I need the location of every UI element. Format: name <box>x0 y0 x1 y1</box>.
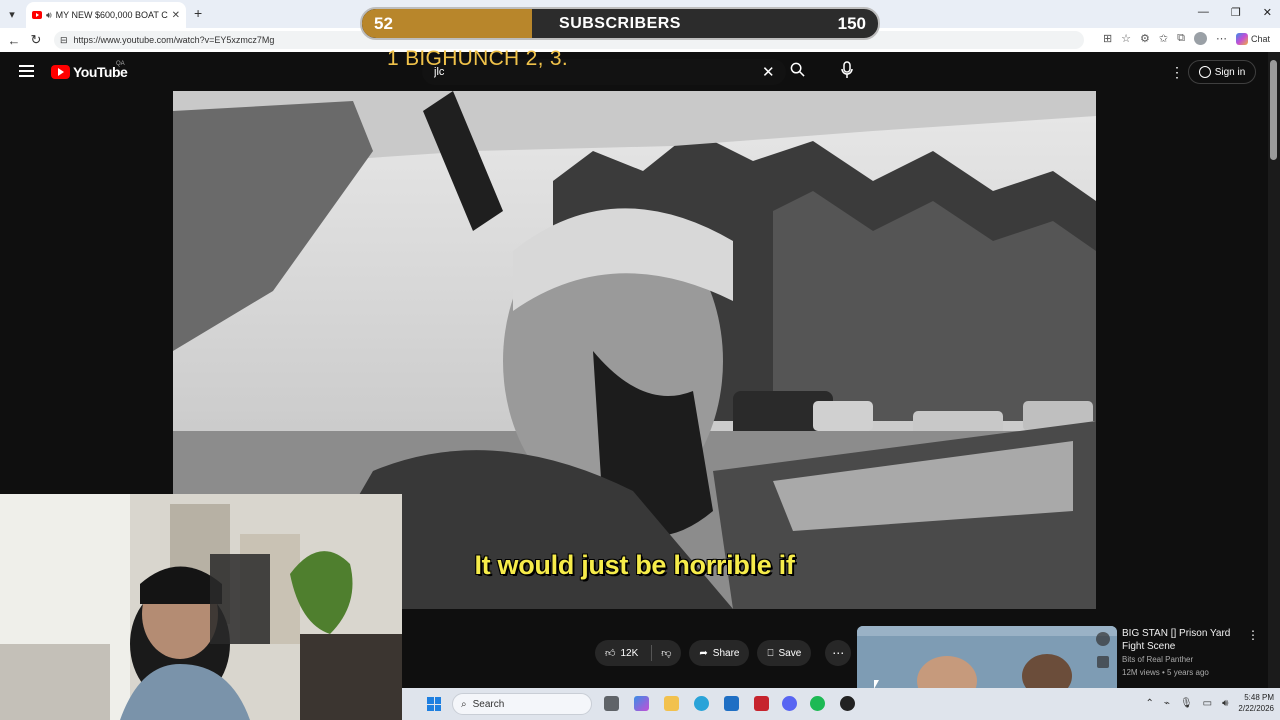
like-button[interactable]: 👍︎ 12K 👎︎ <box>595 640 682 666</box>
audio-speaker-icon[interactable]: 🔊︎ <box>46 10 52 21</box>
url-text: https://www.youtube.com/watch?v=EY5xzmcz… <box>73 35 275 45</box>
share-icon: ➦ <box>699 647 708 659</box>
windows-taskbar: ⌕ Search ⌃ ⌁ 🎙︎ ▭ 🔊︎ 5:48 PM 2/22/2026 <box>402 688 1280 720</box>
bookmark-icon: ⎕ <box>767 647 774 659</box>
mic-tray-icon[interactable]: 🎙︎ <box>1180 698 1193 709</box>
acrobat-icon[interactable] <box>754 696 769 711</box>
youtube-play-icon <box>51 65 70 79</box>
microphone-icon[interactable] <box>840 61 854 79</box>
video-actions: 👍︎ 12K 👎︎ ➦ Share ⎕ Save ⋯ <box>595 640 852 666</box>
thumbs-up-icon: 👍︎ <box>605 648 616 659</box>
settings-more-icon[interactable]: ⋮ <box>1170 64 1184 81</box>
windows-start-icon[interactable] <box>427 697 441 711</box>
minimize-button[interactable]: — <box>1198 6 1209 19</box>
recommended-channel[interactable]: Bits of Real Panther <box>1122 655 1193 664</box>
favorite-star-icon[interactable]: ☆ <box>1121 32 1131 45</box>
restore-button[interactable]: ❐ <box>1231 6 1241 19</box>
sign-in-button[interactable]: Sign in <box>1188 60 1256 84</box>
chevron-up-icon[interactable]: ⌃ <box>1146 698 1154 709</box>
subscriber-goal-bar: 52 SUBSCRIBERS 150 <box>360 7 880 40</box>
mouse-cursor <box>874 680 879 689</box>
recommended-title[interactable]: BIG STAN [] Prison Yard Fight Scene <box>1122 627 1242 653</box>
taskbar-search-label: Search <box>472 698 505 710</box>
thumbnail-image <box>857 626 1117 688</box>
share-button[interactable]: ➦ Share <box>689 640 750 666</box>
like-count: 12K <box>620 647 639 659</box>
obs-icon[interactable] <box>840 696 855 711</box>
system-tray: ⌃ ⌁ 🎙︎ ▭ 🔊︎ 5:48 PM 2/22/2026 <box>1146 692 1274 714</box>
youtube-favicon-icon <box>32 11 42 19</box>
window-controls: — ❐ ✕ <box>1198 6 1272 19</box>
tab-title: MY NEW $600,000 BOAT CAU <box>55 10 168 20</box>
more-actions-button[interactable]: ⋯ <box>825 640 852 666</box>
webcam-overlay <box>0 494 402 720</box>
taskbar-search[interactable]: ⌕ Search <box>452 693 592 715</box>
tab-actions-menu-icon[interactable]: ▾ <box>0 0 24 28</box>
account-icon <box>1198 66 1211 78</box>
browser-tab[interactable]: 🔊︎ MY NEW $600,000 BOAT CAU ✕ <box>26 2 186 28</box>
save-label: Save <box>778 647 802 659</box>
subscriber-goal: 150 <box>837 14 866 33</box>
edge-browser-icon[interactable] <box>694 696 709 711</box>
profile-avatar[interactable] <box>1193 32 1207 45</box>
clock-time: 5:48 PM <box>1244 693 1274 702</box>
save-button[interactable]: ⎕ Save <box>757 640 812 666</box>
youtube-header: YouTube QA ✕ ⋮ Sign in <box>0 52 1268 92</box>
recommended-thumbnail[interactable] <box>857 626 1117 688</box>
stream-ticker-text: 1 BIGHUNCH 2, 3. <box>387 47 569 70</box>
search-icon[interactable] <box>790 62 805 80</box>
copilot-app-icon[interactable] <box>634 696 649 711</box>
recommended-more-icon[interactable]: ⋮ <box>1247 628 1259 642</box>
country-code: QA <box>116 61 125 67</box>
search-icon: ⌕ <box>461 698 467 710</box>
toolbar-icons: ⊞ ☆ ⚙ ✩ ⧉ ⋯ Chat <box>1103 32 1270 45</box>
menu-hamburger-icon[interactable] <box>19 65 34 77</box>
sign-in-label: Sign in <box>1214 66 1246 78</box>
recommended-meta: 12M views • 5 years ago <box>1122 668 1209 677</box>
favorites-icon[interactable]: ✩ <box>1159 32 1168 45</box>
webcam-image <box>0 494 402 720</box>
store-icon[interactable] <box>724 696 739 711</box>
scrollbar-thumb[interactable] <box>1270 60 1277 160</box>
display-icon[interactable]: ▭ <box>1203 698 1212 709</box>
copilot-chat-button[interactable]: Chat <box>1235 32 1270 45</box>
chat-label: Chat <box>1250 33 1270 44</box>
collections-icon[interactable]: ⧉ <box>1177 32 1185 45</box>
page-scrollbar[interactable] <box>1268 52 1280 688</box>
file-explorer-icon[interactable] <box>664 696 679 711</box>
share-label: Share <box>712 647 740 659</box>
back-button[interactable]: ← <box>3 33 25 48</box>
clear-search-icon[interactable]: ✕ <box>762 63 775 81</box>
clock-date: 2/22/2026 <box>1238 704 1274 713</box>
discord-icon[interactable] <box>782 696 797 711</box>
network-icon[interactable]: ⌁ <box>1164 698 1170 709</box>
copilot-icon <box>1235 32 1248 45</box>
refresh-button[interactable]: ↻ <box>25 32 47 48</box>
divider <box>651 645 653 661</box>
subscriber-label: SUBSCRIBERS <box>559 15 681 32</box>
task-view-icon[interactable] <box>604 696 619 711</box>
app-available-icon[interactable]: ⊞ <box>1103 32 1112 45</box>
site-info-icon[interactable]: ⊟ <box>60 35 68 46</box>
new-tab-button[interactable]: + <box>194 5 202 21</box>
close-window-button[interactable]: ✕ <box>1263 6 1272 19</box>
extensions-icon[interactable]: ⚙ <box>1140 32 1150 45</box>
system-clock[interactable]: 5:48 PM 2/22/2026 <box>1238 692 1274 714</box>
spotify-icon[interactable] <box>810 696 825 711</box>
volume-icon[interactable]: 🔊︎ <box>1222 698 1228 709</box>
tab-close-icon[interactable]: ✕ <box>172 10 180 21</box>
more-menu-icon[interactable]: ⋯ <box>1216 32 1227 45</box>
thumbs-down-icon[interactable]: 👎︎ <box>661 647 671 659</box>
